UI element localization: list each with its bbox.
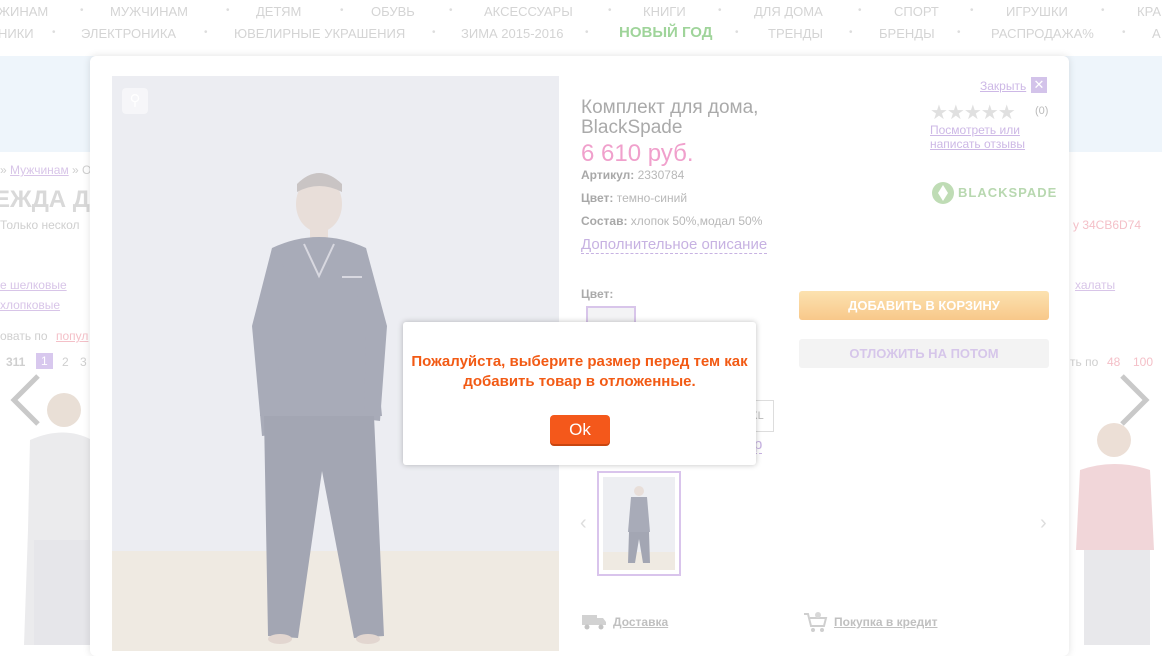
rating-stars-icon[interactable]: ★★★★★ [930, 100, 1016, 125]
product-thumbnail[interactable] [597, 471, 681, 576]
carousel-prev-arrow-icon[interactable] [8, 370, 48, 430]
page-1[interactable]: 1 [36, 353, 53, 369]
product-count: 311 [6, 355, 26, 369]
page-3[interactable]: 3 [80, 355, 87, 369]
show-by-label: ть по [1070, 355, 1099, 369]
breadcrumb-men[interactable]: Мужчинам [10, 163, 69, 177]
delivery-truck-icon [581, 611, 607, 631]
product-title: Комплект для дома, BlackSpade [581, 97, 759, 138]
filter-cotton[interactable]: хлопковые [0, 298, 60, 312]
product-color: Цвет: темно-синий [581, 191, 688, 205]
nav-item-new-year[interactable]: НОВЫЙ ГОД [619, 24, 712, 41]
nav-item-brands[interactable]: БРЕНДЫ [879, 26, 935, 41]
nav-item-beauty[interactable]: КРА [1137, 4, 1161, 19]
page-2[interactable]: 2 [62, 355, 69, 369]
brand-logo[interactable]: BLACKSPADE [930, 179, 1056, 207]
size-required-alert: Пожалуйста, выберите размер перед тем ка… [403, 322, 756, 465]
nav-item-trends[interactable]: ТРЕНДЫ [768, 26, 823, 41]
carousel-next-arrow-icon[interactable] [1114, 370, 1154, 430]
close-icon[interactable]: ✕ [1031, 77, 1047, 93]
product-composition: Состав: хлопок 50%,модал 50% [581, 214, 763, 228]
nav-item-home[interactable]: ДЛЯ ДОМА [754, 4, 823, 19]
sort-select[interactable]: попул [56, 329, 88, 343]
thumb-next-icon[interactable]: › [1040, 512, 1047, 535]
category-subtext: Только нескол [0, 218, 80, 232]
rating-count: (0) [1035, 105, 1049, 117]
ok-button[interactable]: Ok [550, 415, 610, 444]
more-description-link[interactable]: Дополнительное описание [581, 236, 768, 254]
reviews-link[interactable]: Посмотреть или написать отзывы [930, 123, 1050, 151]
show-100[interactable]: 100 [1133, 355, 1153, 369]
nav-item-shoes[interactable]: ОБУВЬ [371, 4, 415, 19]
save-for-later-button[interactable]: ОТЛОЖИТЬ НА ПОТОМ [799, 339, 1049, 368]
top-nav-row-1: ЖИНАМ • МУЖЧИНАМ • ДЕТЯМ • ОБУВЬ • АКСЕС… [0, 4, 1162, 19]
filter-silk[interactable]: е шелковые [0, 278, 67, 292]
nav-item-sport[interactable]: СПОРТ [894, 4, 939, 19]
nav-item-sale[interactable]: РАСПРОДАЖА% [991, 26, 1094, 41]
product-article: Артикул: 2330784 [581, 168, 685, 182]
filter-robes[interactable]: халаты [1075, 278, 1115, 292]
product-price: 6 610 руб. [581, 140, 694, 167]
nav-item-accessories[interactable]: АКСЕССУАРЫ [484, 4, 573, 19]
promo-code: у 34CB6D74 [1073, 218, 1142, 232]
alert-message: Пожалуйста, выберите размер перед тем ка… [411, 353, 748, 390]
credit-cart-icon [802, 611, 828, 632]
top-nav-row-2: НИКИ • ЭЛЕКТРОНИКА • ЮВЕЛИРНЫЕ УКРАШЕНИЯ… [0, 24, 1161, 41]
credit-link[interactable]: Покупка в кредит [834, 615, 938, 629]
show-48[interactable]: 48 [1107, 355, 1120, 369]
breadcrumb-separator: » [0, 163, 7, 177]
breadcrumb: » Мужчинам » Од [0, 163, 98, 177]
thumb-prev-icon[interactable]: ‹ [580, 512, 587, 535]
zoom-icon[interactable]: ⚲ [122, 88, 148, 114]
add-to-cart-button[interactable]: ДОБАВИТЬ В КОРЗИНУ [799, 291, 1049, 320]
nav-item-toys[interactable]: ИГРУШКИ [1006, 4, 1068, 19]
nav-item-books[interactable]: КНИГИ [643, 4, 686, 19]
thumbnail-illustration [603, 486, 675, 570]
nav-item[interactable]: А [1152, 26, 1161, 41]
nav-item-men[interactable]: МУЖЧИНАМ [110, 4, 188, 19]
close-link[interactable]: Закрыть [980, 79, 1026, 93]
nav-item-electronics[interactable]: ЭЛЕКТРОНИКА [81, 26, 176, 41]
nav-item-winter[interactable]: ЗИМА 2015-2016 [461, 26, 563, 41]
nav-item[interactable]: НИКИ [0, 26, 34, 41]
nav-item[interactable]: ЖИНАМ [0, 4, 48, 19]
nav-item-kids[interactable]: ДЕТЯМ [256, 4, 301, 19]
delivery-link[interactable]: Доставка [613, 615, 668, 629]
sort-label: овать по [0, 329, 48, 343]
color-section-label: Цвет: [581, 287, 614, 301]
brand-logo-icon [932, 182, 954, 204]
nav-item-jewelry[interactable]: ЮВЕЛИРНЫЕ УКРАШЕНИЯ [234, 26, 405, 41]
